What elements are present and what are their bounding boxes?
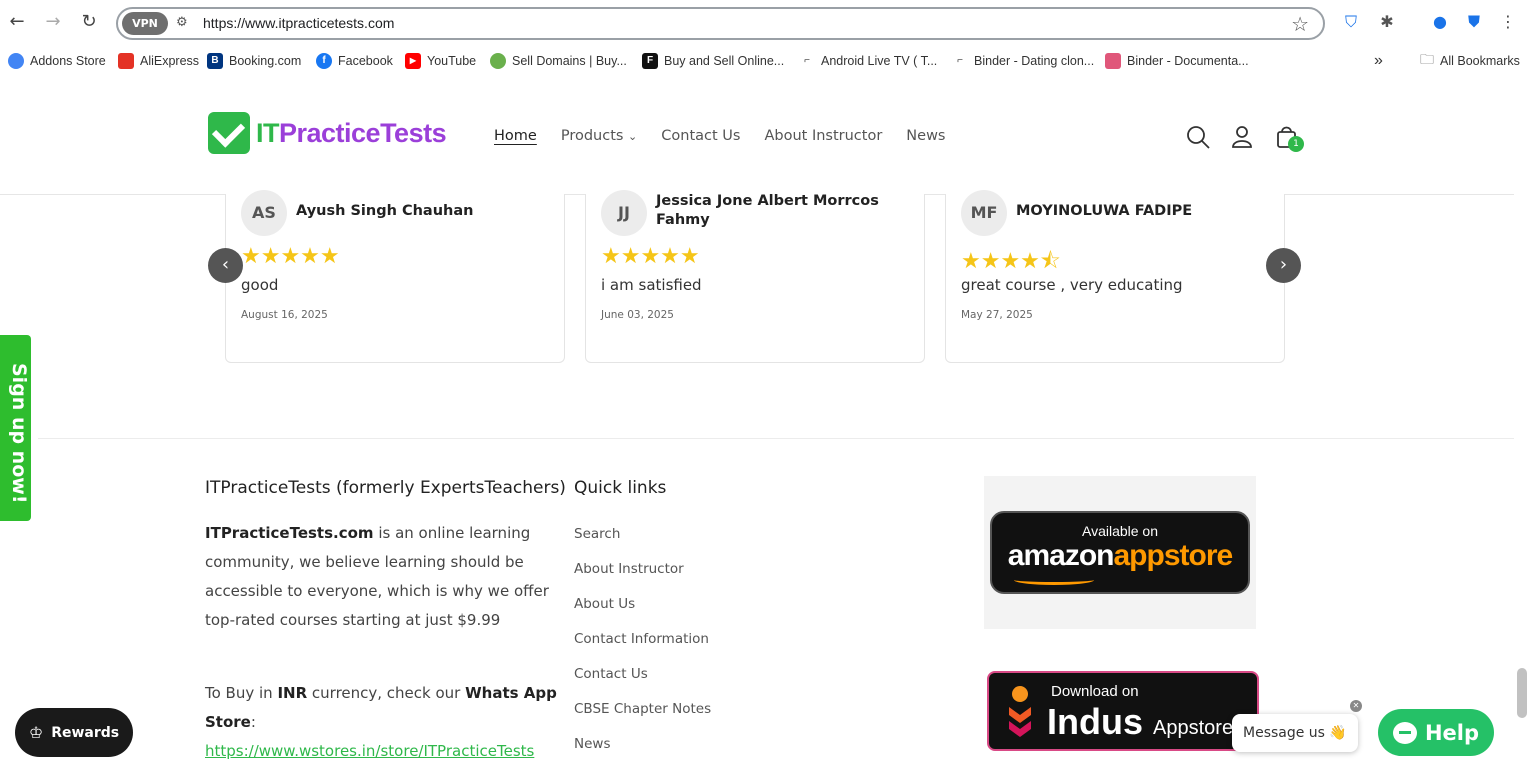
bookmark-item[interactable]: ▶ YouTube: [405, 52, 476, 70]
review-text: good: [241, 276, 279, 294]
bookmark-item[interactable]: Binder - Documenta...: [1105, 52, 1249, 70]
nav-news[interactable]: News: [906, 128, 945, 144]
browser-toolbar: ← → ↻ VPN ⚙ https://www.itpracticetests.…: [0, 0, 1529, 46]
site-info-icon[interactable]: ⚙: [176, 15, 192, 31]
signup-tab[interactable]: Sign up now!: [0, 335, 31, 521]
chat-icon: [1392, 721, 1417, 744]
footer-quick-heading: Quick links: [574, 478, 667, 498]
profile-icon[interactable]: ●: [1430, 12, 1450, 32]
bookmark-item[interactable]: ⌐ Android Live TV ( T...: [799, 52, 937, 70]
main-nav: Home Products ⌄ Contact Us About Instruc…: [494, 128, 945, 144]
carousel-next-button[interactable]: ›: [1266, 248, 1301, 283]
binder-icon: ⌐: [952, 53, 968, 69]
help-chat-button[interactable]: Help: [1378, 709, 1494, 756]
page-scrollbar[interactable]: [1514, 80, 1529, 774]
footer-about-heading: ITPracticeTests (formerly ExpertsTeacher…: [205, 478, 566, 498]
bookmark-star-icon[interactable]: ☆: [1291, 12, 1309, 36]
quick-link-contact-us[interactable]: Contact Us: [574, 666, 648, 682]
footer-inr-text: To Buy in INR currency, check our Whats …: [205, 684, 557, 760]
addons-store-icon: [8, 53, 24, 69]
search-icon[interactable]: [1185, 124, 1211, 150]
quick-link-cbse-notes[interactable]: CBSE Chapter Notes: [574, 701, 711, 717]
carousel-prev-button[interactable]: ‹: [208, 248, 243, 283]
nav-products[interactable]: Products ⌄: [561, 128, 637, 144]
facebook-icon: f: [316, 53, 332, 69]
rewards-button[interactable]: ♔ Rewards: [15, 708, 133, 757]
avatar: JJ: [601, 190, 647, 236]
review-card: AS Ayush Singh Chauhan ★★★★★ good August…: [225, 190, 565, 363]
bookmark-item[interactable]: F Buy and Sell Online...: [642, 52, 784, 70]
reload-icon[interactable]: ↻: [78, 11, 100, 33]
quick-link-about-instructor[interactable]: About Instructor: [574, 561, 684, 577]
amazon-smile-icon: [1014, 575, 1094, 585]
amazon-appstore-button[interactable]: Available on amazonappstore: [990, 511, 1250, 594]
crown-icon: ♔: [28, 723, 44, 742]
menu-kebab-icon[interactable]: ⋮: [1498, 12, 1518, 32]
bookmark-item[interactable]: Sell Domains | Buy...: [490, 52, 627, 70]
review-card: MF MOYINOLUWA FADIPE ★★★★⯪ great course …: [945, 190, 1285, 363]
back-icon[interactable]: ←: [6, 11, 28, 33]
vpn-badge[interactable]: VPN: [122, 12, 168, 35]
close-icon[interactable]: ✕: [1350, 700, 1362, 712]
quick-link-about-us[interactable]: About Us: [574, 596, 635, 612]
booking-icon: B: [207, 53, 223, 69]
extensions-puzzle-icon[interactable]: ✱: [1377, 12, 1397, 32]
binder-docs-icon: [1105, 53, 1121, 69]
bookmarks-bar: Addons Store AliExpress B Booking.com f Fa…: [0, 46, 1529, 76]
review-text: i am satisfied: [601, 276, 702, 294]
forward-icon[interactable]: →: [42, 11, 64, 33]
bookmark-item[interactable]: Addons Store: [8, 52, 106, 70]
url-text[interactable]: https://www.itpracticetests.com: [203, 15, 394, 31]
section-divider: [38, 438, 1514, 439]
bookmark-item[interactable]: f Facebook: [316, 52, 393, 70]
review-date: June 03, 2025: [601, 309, 674, 321]
sell-domains-icon: [490, 53, 506, 69]
shield-extension-icon[interactable]: ⛉: [1341, 12, 1361, 32]
cart-count-badge: 1: [1288, 136, 1304, 152]
avatar: AS: [241, 190, 287, 236]
bookmark-item[interactable]: B Booking.com: [207, 52, 301, 70]
reviewer-name: Jessica Jone Albert Morrcos Fahmy: [656, 193, 879, 228]
youtube-icon: ▶: [405, 53, 421, 69]
bookmark-item[interactable]: AliExpress: [118, 52, 199, 70]
nav-contact-us[interactable]: Contact Us: [661, 128, 740, 144]
message-us-bubble[interactable]: Message us 👋: [1232, 714, 1358, 752]
site-header: ITPracticeTests Home Products ⌄ Contact …: [0, 80, 1514, 195]
more-bookmarks-icon[interactable]: »: [1374, 52, 1383, 70]
reviewer-name: Ayush Singh Chauhan: [296, 203, 474, 219]
whatsapp-store-link[interactable]: https://www.wstores.in/store/ITPracticeT…: [205, 742, 534, 760]
buy-sell-icon: F: [642, 53, 658, 69]
nav-about-instructor[interactable]: About Instructor: [764, 128, 882, 144]
android-tv-icon: ⌐: [799, 53, 815, 69]
star-rating: ★★★★★: [241, 244, 340, 269]
aliexpress-icon: [118, 53, 134, 69]
checkmark-logo-icon: [208, 112, 250, 154]
quick-link-search[interactable]: Search: [574, 526, 620, 542]
bookmark-item[interactable]: ⌐ Binder - Dating clon...: [952, 52, 1094, 70]
chevron-down-icon: ⌄: [628, 130, 638, 143]
all-bookmarks[interactable]: 🗀 All Bookmarks: [1420, 51, 1520, 70]
review-date: May 27, 2025: [961, 309, 1033, 321]
star-rating: ★★★★★: [601, 244, 700, 269]
indus-logo-icon: [1009, 686, 1031, 737]
folder-icon: 🗀: [1420, 51, 1434, 67]
security-shield-icon[interactable]: ⛊: [1464, 12, 1484, 32]
scrollbar-thumb[interactable]: [1517, 668, 1527, 718]
site-logo[interactable]: ITPracticeTests: [208, 112, 447, 154]
review-date: August 16, 2025: [241, 309, 328, 321]
indus-appstore-button[interactable]: Download on Indus Appstore: [987, 671, 1259, 751]
review-text: great course , very educating: [961, 276, 1183, 294]
avatar: MF: [961, 190, 1007, 236]
review-card: JJ Jessica Jone Albert Morrcos Fahmy ★★★…: [585, 190, 925, 363]
footer-about-text: ITPracticeTests.com is an online learnin…: [205, 524, 549, 629]
amazon-appstore-panel: Available on amazonappstore: [984, 476, 1256, 629]
quick-link-news[interactable]: News: [574, 736, 610, 752]
quick-link-contact-information[interactable]: Contact Information: [574, 631, 709, 647]
nav-home[interactable]: Home: [494, 128, 537, 144]
reviewer-name: MOYINOLUWA FADIPE: [1016, 203, 1193, 219]
address-bar[interactable]: VPN ⚙ https://www.itpracticetests.com ☆: [116, 7, 1325, 40]
account-icon[interactable]: [1229, 124, 1255, 150]
